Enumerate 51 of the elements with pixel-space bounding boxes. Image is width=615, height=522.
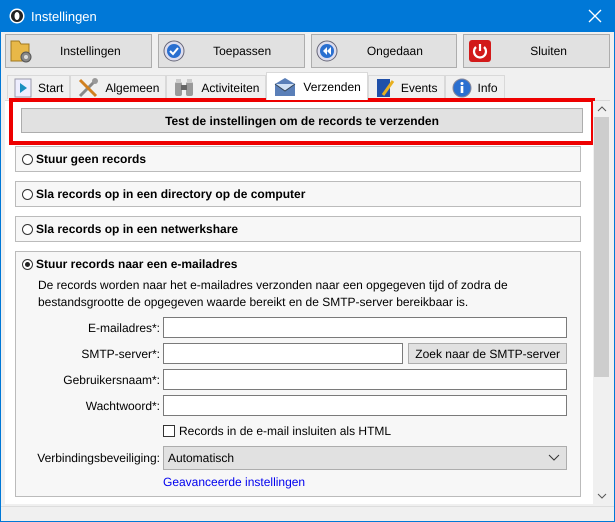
radio-option[interactable]: Stuur records naar een e-mailadres xyxy=(22,255,574,273)
window-title: Instellingen xyxy=(31,8,98,24)
scrollbar[interactable] xyxy=(593,101,610,504)
input-field[interactable] xyxy=(163,317,567,338)
app-icon xyxy=(9,8,25,24)
input-field[interactable] xyxy=(163,369,567,390)
envelope-icon xyxy=(273,76,298,98)
checkbox[interactable] xyxy=(163,425,175,437)
tab[interactable]: Verzenden xyxy=(266,72,368,100)
toolbar-button[interactable]: Ongedaan xyxy=(310,34,458,68)
radio-option[interactable]: Stuur geen records xyxy=(22,150,574,168)
dropdown[interactable]: Automatisch xyxy=(163,446,567,470)
toolbar-button[interactable]: Toepassen xyxy=(158,34,304,68)
field-label: E-mailadres*: xyxy=(86,320,160,334)
checkbox-option[interactable]: Records in de e-mail insluiten als HTML xyxy=(163,421,567,441)
play-icon xyxy=(14,78,32,98)
tab[interactable]: Algemeen xyxy=(70,75,166,99)
input-field[interactable] xyxy=(163,395,567,416)
input-field[interactable] xyxy=(163,343,404,364)
radio-button[interactable] xyxy=(22,188,33,200)
chevron-down-icon xyxy=(548,454,560,462)
test-button[interactable]: Test de instellingen om de records te verzenden xyxy=(21,108,583,133)
tab[interactable]: Activiteiten xyxy=(166,75,266,99)
scroll-up-icon[interactable] xyxy=(596,105,606,113)
binoculars-icon xyxy=(173,78,196,98)
toolbar-button[interactable]: Sluiten xyxy=(463,34,610,68)
field-label: Verbindingsbeveiliging: xyxy=(36,451,160,465)
advanced-settings-link[interactable]: Geavanceerde instellingen xyxy=(163,475,306,489)
rewind-icon xyxy=(316,40,338,62)
close-icon[interactable] xyxy=(588,9,602,23)
radio-button[interactable] xyxy=(22,224,33,234)
radio-option[interactable]: Sla records op in een netwerkshare xyxy=(22,220,574,238)
description-text: De records worden naar het e-mailadres verzonden naar een opgegeven tijd of zodra de bestandsgrootte de opgegeven waarde bereikt en de SMTP-server bereikbaar is. xyxy=(38,277,509,311)
radio-option[interactable]: Sla records op in een directory op de computer xyxy=(22,185,574,203)
field-label: Gebruikersnaam*: xyxy=(62,372,160,386)
search-server-button[interactable]: Zoek naar de SMTP-server xyxy=(408,343,567,364)
folder-gear-icon xyxy=(10,38,34,64)
scroll-down-icon[interactable] xyxy=(596,492,606,500)
field-label: SMTP-server*: xyxy=(80,346,160,360)
tab[interactable]: Events xyxy=(368,75,444,99)
power-icon xyxy=(468,39,492,63)
tab[interactable]: Start xyxy=(7,75,70,99)
field-label: Wachtwoord*: xyxy=(84,398,160,412)
info-icon xyxy=(452,78,472,98)
document-pen-icon xyxy=(374,76,395,98)
radio-button[interactable] xyxy=(22,154,33,164)
radio-button[interactable] xyxy=(22,258,33,270)
tab[interactable]: Info xyxy=(444,75,505,99)
tools-icon xyxy=(77,76,100,98)
check-icon xyxy=(162,40,185,62)
toolbar-button[interactable]: Instellingen xyxy=(5,34,152,68)
